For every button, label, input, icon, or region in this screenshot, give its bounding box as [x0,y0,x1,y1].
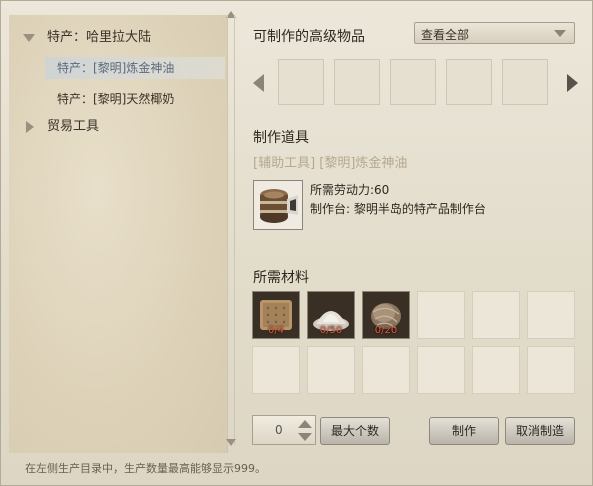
recipe-list: 特产：哈里拉大陆 特产：[黎明]炼金神油 特产：[黎明]天然椰奶 贸易工具 [9,15,228,453]
advanced-item-slot[interactable] [390,59,436,105]
collapse-triangle-icon[interactable] [26,121,34,133]
category-harira[interactable]: 特产：哈里拉大陆 [9,27,227,49]
material-slot[interactable] [472,291,520,339]
tool-item-slot[interactable] [253,180,303,230]
carousel-left-arrow-icon[interactable] [253,74,264,92]
chevron-down-icon [554,30,566,37]
category-trade-tools[interactable]: 贸易工具 [9,116,227,138]
advanced-item-slot[interactable] [278,59,324,105]
filter-value: 查看全部 [421,28,470,42]
category-label: 特产：哈里拉大陆 [47,30,152,45]
cancel-craft-button[interactable]: 取消制造 [505,417,575,445]
filter-dropdown[interactable]: 查看全部 [414,22,575,44]
list-scrollbar[interactable] [227,15,235,445]
advanced-item-slot[interactable] [502,59,548,105]
material-slot[interactable] [307,346,355,394]
material-count: 0/4 [267,325,285,336]
material-slot[interactable] [527,346,575,394]
barrel-icon [254,181,302,229]
category-label: 贸易工具 [47,119,100,134]
material-slot[interactable] [252,346,300,394]
quantity-stepper[interactable]: 0 [252,415,316,445]
recipe-item-alchemy-oil[interactable]: 特产：[黎明]炼金神油 [9,57,227,79]
material-slot[interactable]: 0/50 [307,291,355,339]
craft-button[interactable]: 制作 [429,417,499,445]
scroll-down-arrow-icon[interactable] [226,439,236,446]
carousel-right-arrow-icon[interactable] [567,74,578,92]
tool-section-title: 制作道具 [253,130,309,146]
material-slot[interactable] [362,346,410,394]
labor-requirement: 所需劳动力:60 [310,183,390,197]
increment-arrow-icon[interactable] [298,420,312,428]
expand-triangle-icon[interactable] [23,34,35,42]
recipe-item-label: 特产：[黎明]天然椰奶 [57,92,175,106]
material-count: 0/50 [319,325,343,336]
recipe-item-coconut-milk[interactable]: 特产：[黎明]天然椰奶 [9,88,227,110]
material-slot[interactable] [417,346,465,394]
materials-title: 所需材料 [253,270,309,286]
quantity-value: 0 [275,423,283,437]
material-slot[interactable]: 0/20 [362,291,410,339]
material-slot[interactable] [527,291,575,339]
advanced-item-slot[interactable] [334,59,380,105]
crafting-window: 特产：哈里拉大陆 特产：[黎明]炼金神油 特产：[黎明]天然椰奶 贸易工具 在左… [0,0,593,486]
recipe-item-label: 特产：[黎明]炼金神油 [57,61,175,75]
crafting-station: 制作台: 黎明半岛的特产品制作台 [310,202,486,216]
material-count: 0/20 [374,325,398,336]
advanced-items-title: 可制作的高级物品 [253,29,365,45]
tool-name: [辅助工具] [黎明]炼金神油 [253,156,408,171]
decrement-arrow-icon[interactable] [298,433,312,441]
max-quantity-button[interactable]: 最大个数 [320,417,390,445]
material-slot[interactable] [417,291,465,339]
material-slot[interactable]: 0/4 [252,291,300,339]
material-slot[interactable] [472,346,520,394]
footer-hint: 在左侧生产目录中，生产数量最高能够显示999。 [25,462,266,475]
advanced-item-slot[interactable] [446,59,492,105]
